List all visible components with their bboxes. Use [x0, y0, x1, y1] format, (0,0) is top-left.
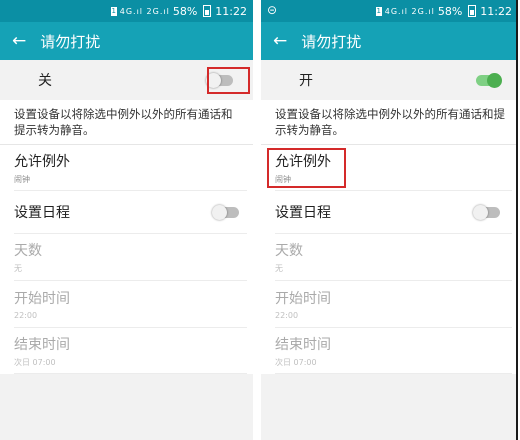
- start-time-value: 22:00: [275, 311, 299, 320]
- toggle-knob: [212, 204, 227, 220]
- exceptions-row[interactable]: 允许例外 闹钟: [14, 145, 247, 191]
- start-time-label: 开始时间: [275, 291, 331, 307]
- battery-icon: [468, 5, 477, 17]
- start-time-row: 开始时间 22:00: [14, 281, 247, 328]
- battery-percent: 58%: [172, 4, 198, 18]
- start-time-row: 开始时间 22:00: [275, 281, 512, 328]
- start-time-label: 开始时间: [14, 291, 70, 307]
- sim-icon: 1: [375, 6, 382, 16]
- days-value: 无: [14, 264, 22, 273]
- start-time-value: 22:00: [14, 311, 38, 320]
- days-label: 天数: [275, 243, 303, 259]
- page-title: 请勿打扰: [40, 32, 101, 51]
- end-time-value: 次日 07:00: [14, 357, 56, 367]
- end-time-value: 次日 07:00: [275, 357, 317, 367]
- arrow-left-icon[interactable]: ←: [273, 31, 287, 51]
- clock: 11:22: [215, 4, 247, 18]
- end-time-label: 结束时间: [14, 336, 70, 353]
- app-bar: ← 请勿打扰: [261, 22, 518, 60]
- exceptions-value: 闹钟: [14, 174, 30, 184]
- schedule-label: 设置日程: [275, 205, 331, 221]
- master-switch-row[interactable]: 开: [261, 60, 518, 100]
- signal-icon: 4G.ıl 2G.ıl: [119, 6, 170, 16]
- schedule-toggle[interactable]: [212, 204, 239, 220]
- status-bar: ⊝ 1 4G.ıl 2G.ıl 58% 11:22: [261, 0, 518, 22]
- schedule-row[interactable]: 设置日程: [14, 191, 247, 234]
- dnd-status-icon: ⊝: [267, 3, 278, 17]
- end-time-row: 结束时间 次日 07:00: [14, 328, 247, 374]
- battery-icon: [203, 5, 212, 17]
- end-time-row: 结束时间 次日 07:00: [275, 328, 512, 374]
- description-text: 设置设备以将除选中例外以外的所有通话和提示转为静音。: [261, 100, 518, 145]
- page-title: 请勿打扰: [301, 32, 362, 51]
- right-phone-screen: ⊝ 1 4G.ıl 2G.ıl 58% 11:22 ← 请勿打扰 开 设置设备以…: [261, 0, 518, 440]
- schedule-toggle[interactable]: [473, 204, 500, 220]
- days-value: 无: [275, 264, 283, 273]
- clock: 11:22: [480, 4, 512, 18]
- master-switch-label: 关: [38, 73, 52, 89]
- days-row: 天数 无: [275, 234, 512, 281]
- sim-icon: 1: [110, 6, 117, 16]
- highlight-master-toggle: [207, 67, 250, 94]
- master-toggle[interactable]: [476, 72, 502, 88]
- days-label: 天数: [14, 243, 42, 259]
- highlight-exceptions: [267, 148, 346, 188]
- left-phone-screen: 1 4G.ıl 2G.ıl 58% 11:22 ← 请勿打扰 关 设置设备以将除…: [0, 0, 253, 440]
- signal-icon: 4G.ıl 2G.ıl: [384, 6, 435, 16]
- battery-percent: 58%: [437, 4, 463, 18]
- schedule-row[interactable]: 设置日程: [275, 191, 512, 234]
- exceptions-label: 允许例外: [14, 153, 70, 170]
- schedule-label: 设置日程: [14, 205, 70, 221]
- description-text: 设置设备以将除选中例外以外的所有通话和提示转为静音。: [0, 100, 253, 145]
- end-time-label: 结束时间: [275, 336, 331, 353]
- settings-list: 设置设备以将除选中例外以外的所有通话和提示转为静音。 允许例外 闹钟 设置日程 …: [261, 100, 518, 374]
- toggle-knob: [473, 204, 488, 220]
- arrow-left-icon[interactable]: ←: [12, 31, 26, 51]
- toggle-knob: [487, 72, 502, 88]
- settings-list: 设置设备以将除选中例外以外的所有通话和提示转为静音。 允许例外 闹钟 设置日程 …: [0, 100, 253, 374]
- days-row: 天数 无: [14, 234, 247, 281]
- master-switch-label: 开: [299, 73, 313, 89]
- status-bar: 1 4G.ıl 2G.ıl 58% 11:22: [0, 0, 253, 22]
- app-bar: ← 请勿打扰: [0, 22, 253, 60]
